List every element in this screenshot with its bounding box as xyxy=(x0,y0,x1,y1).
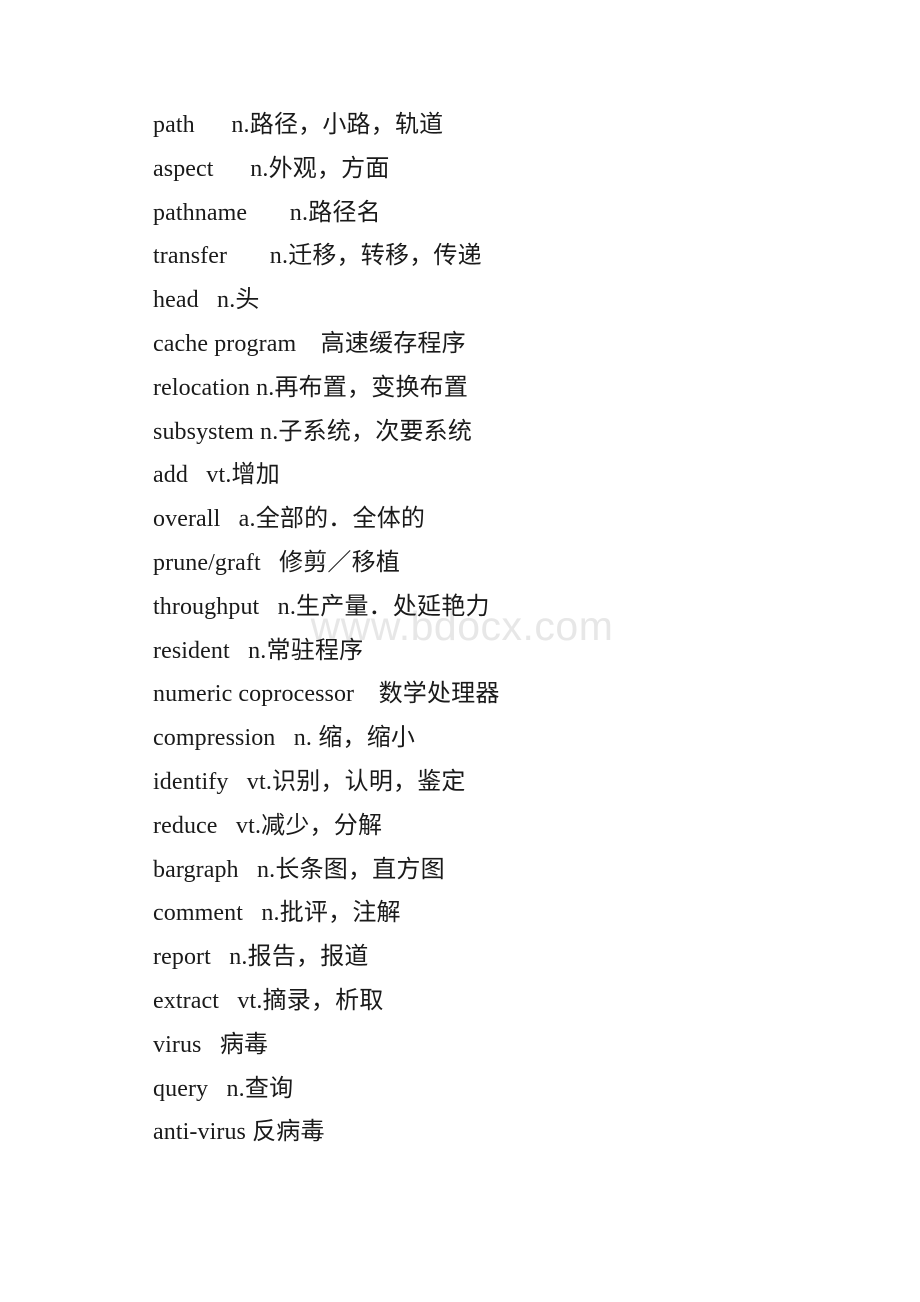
entry-gap xyxy=(239,849,257,893)
entry-definition: n.路径名 xyxy=(289,199,381,226)
entry-definition: 数学处理器 xyxy=(378,681,500,708)
vocabulary-entry: query n.查询 xyxy=(153,1068,920,1112)
entry-term: pathname xyxy=(153,199,248,226)
entry-term: resident xyxy=(153,637,230,664)
document-page: www.bdocx.com path n.路径，小路，轨道 aspect n.外观… xyxy=(0,0,920,1302)
entry-term: extract xyxy=(153,987,219,1014)
entry-definition: n.生产量．处延艳力 xyxy=(277,593,490,620)
vocabulary-entry: cache program 高速缓存程序 xyxy=(153,323,920,367)
entry-term: query xyxy=(153,1075,209,1102)
vocabulary-entry: report n.报告，报道 xyxy=(153,936,920,980)
entry-definition: n.再布置，变换布置 xyxy=(256,374,469,401)
vocabulary-entry: aspect n.外观，方面 xyxy=(153,148,920,192)
entry-definition: a.全部的．全体的 xyxy=(238,506,426,533)
entry-gap xyxy=(243,892,261,936)
vocabulary-entry: reduce vt.减少，分解 xyxy=(153,805,920,849)
vocabulary-entry: add vt.增加 xyxy=(153,454,920,498)
entry-term: report xyxy=(153,944,211,971)
entry-definition: vt.增加 xyxy=(206,462,280,489)
vocabulary-entry: prune/graft 修剪／移植 xyxy=(153,542,920,586)
vocabulary-entry: virus 病毒 xyxy=(153,1024,920,1068)
vocabulary-entry: compression n. 缩，缩小 xyxy=(153,717,920,761)
entry-definition: n.路径，小路，轨道 xyxy=(231,112,444,138)
vocabulary-entry: transfer n.迁移，转移，传递 xyxy=(153,235,920,279)
entry-gap xyxy=(230,630,248,674)
entry-gap xyxy=(208,1068,226,1112)
entry-gap xyxy=(199,279,217,323)
vocabulary-entry: throughput n.生产量．处延艳力 xyxy=(153,586,920,630)
vocabulary-entry: subsystem n.子系统，次要系统 xyxy=(153,411,920,455)
entry-gap xyxy=(211,936,229,980)
vocabulary-entry: pathname n.路径名 xyxy=(153,192,920,236)
entry-term: head xyxy=(153,287,199,314)
entry-definition: n.报告，报道 xyxy=(229,944,369,971)
entry-definition: 高速缓存程序 xyxy=(320,330,466,357)
vocabulary-entry: resident n.常驻程序 xyxy=(153,630,920,674)
entry-gap xyxy=(354,673,378,717)
vocabulary-entry: comment n.批评，注解 xyxy=(153,892,920,936)
vocabulary-entry: relocation n.再布置，变换布置 xyxy=(153,367,920,411)
vocabulary-entry: extract vt.摘录，析取 xyxy=(153,980,920,1024)
entry-gap xyxy=(220,498,238,542)
entry-definition: n.常驻程序 xyxy=(248,637,364,664)
vocabulary-entry-list: path n.路径，小路，轨道 aspect n.外观，方面 pathname n.… xyxy=(153,104,920,1155)
entry-definition: 修剪／移植 xyxy=(279,549,401,576)
entry-term: subsystem xyxy=(153,418,254,445)
entry-term: virus xyxy=(153,1031,202,1058)
entry-gap xyxy=(218,805,236,849)
entry-term: comment xyxy=(153,900,244,927)
entry-gap xyxy=(259,586,277,630)
entry-gap xyxy=(275,717,293,761)
entry-definition: n.批评，注解 xyxy=(261,900,401,927)
entry-definition: vt.减少，分解 xyxy=(235,812,383,839)
entry-term: identify xyxy=(153,768,229,795)
entry-term: transfer xyxy=(153,243,228,270)
entry-definition: vt.识别，认明，鉴定 xyxy=(246,768,466,795)
entry-definition: n.长条图，直方图 xyxy=(256,856,445,883)
entry-term: relocation xyxy=(153,374,250,401)
entry-term: throughput xyxy=(153,593,260,620)
vocabulary-entry: head n.头 xyxy=(153,279,920,323)
vocabulary-entry: bargraph n.长条图，直方图 xyxy=(153,849,920,893)
entry-term: add xyxy=(153,462,188,489)
entry-gap xyxy=(296,323,320,367)
entry-definition: n.头 xyxy=(217,287,260,314)
entry-term: prune/graft xyxy=(153,549,261,576)
entry-term: compression xyxy=(153,725,276,752)
entry-term: anti-virus xyxy=(153,1119,246,1146)
entry-term: bargraph xyxy=(153,856,239,883)
entry-definition: n.迁移，转移，传递 xyxy=(269,243,482,270)
entry-term: reduce xyxy=(153,812,218,839)
vocabulary-entry: identify vt.识别，认明，鉴定 xyxy=(153,761,920,805)
entry-definition: vt.摘录，析取 xyxy=(237,987,384,1014)
entry-gap xyxy=(219,980,237,1024)
entry-term: cache program xyxy=(153,330,297,357)
entry-gap xyxy=(188,454,206,498)
entry-definition: n.子系统，次要系统 xyxy=(260,418,473,445)
entry-term: path xyxy=(153,112,195,138)
entry-gap xyxy=(261,542,279,586)
entry-definition: n.查询 xyxy=(226,1075,294,1102)
entry-definition: 反病毒 xyxy=(252,1119,325,1146)
vocabulary-entry: overall a.全部的．全体的 xyxy=(153,498,920,542)
entry-term: numeric coprocessor xyxy=(153,681,355,708)
entry-gap xyxy=(227,235,270,279)
entry-definition: 病毒 xyxy=(219,1031,269,1058)
entry-gap xyxy=(202,1024,220,1068)
vocabulary-entry: anti-virus 反病毒 xyxy=(153,1111,920,1155)
vocabulary-entry: numeric coprocessor 数学处理器 xyxy=(153,673,920,717)
vocabulary-entry: path n.路径，小路，轨道 xyxy=(153,104,920,148)
entry-gap xyxy=(228,761,246,805)
entry-gap xyxy=(195,104,232,148)
entry-gap xyxy=(214,148,251,192)
entry-term: overall xyxy=(153,506,221,533)
entry-term: aspect xyxy=(153,155,214,182)
entry-gap xyxy=(247,192,290,236)
entry-definition: n. 缩，缩小 xyxy=(293,725,416,752)
entry-definition: n.外观，方面 xyxy=(250,155,390,182)
